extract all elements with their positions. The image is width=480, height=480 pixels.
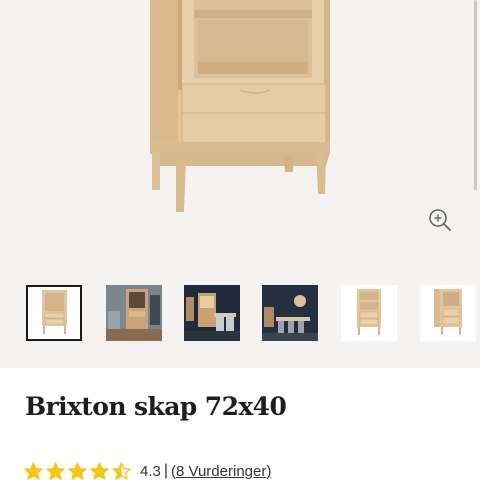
gallery-scrollbar[interactable] xyxy=(474,0,477,190)
thumbnail-4[interactable] xyxy=(262,285,318,341)
star-full-icon xyxy=(24,461,43,480)
zoom-in-button[interactable] xyxy=(426,206,454,234)
rating-stars xyxy=(24,461,131,480)
star-full-icon xyxy=(90,461,109,480)
thumbnail-strip xyxy=(0,285,480,343)
zoom-in-icon xyxy=(429,209,451,231)
product-title: Brixton skap 72x40 xyxy=(25,392,287,421)
rating-separator: | xyxy=(163,462,169,479)
product-gallery xyxy=(0,0,480,368)
thumbnail-6[interactable] xyxy=(420,285,476,341)
star-full-icon xyxy=(68,461,87,480)
reviews-link[interactable]: (8 Vurderinger) xyxy=(171,463,271,480)
product-rating: 4.3 | (8 Vurderinger) xyxy=(24,460,271,480)
thumbnail-3[interactable] xyxy=(184,285,240,341)
star-full-icon xyxy=(46,461,65,480)
thumbnail-2[interactable] xyxy=(106,285,162,341)
star-half-icon xyxy=(112,461,131,480)
rating-value: 4.3 xyxy=(140,462,161,480)
thumbnail-5[interactable] xyxy=(341,285,397,341)
product-main-image[interactable] xyxy=(0,0,480,270)
thumbnail-1[interactable] xyxy=(26,285,82,341)
